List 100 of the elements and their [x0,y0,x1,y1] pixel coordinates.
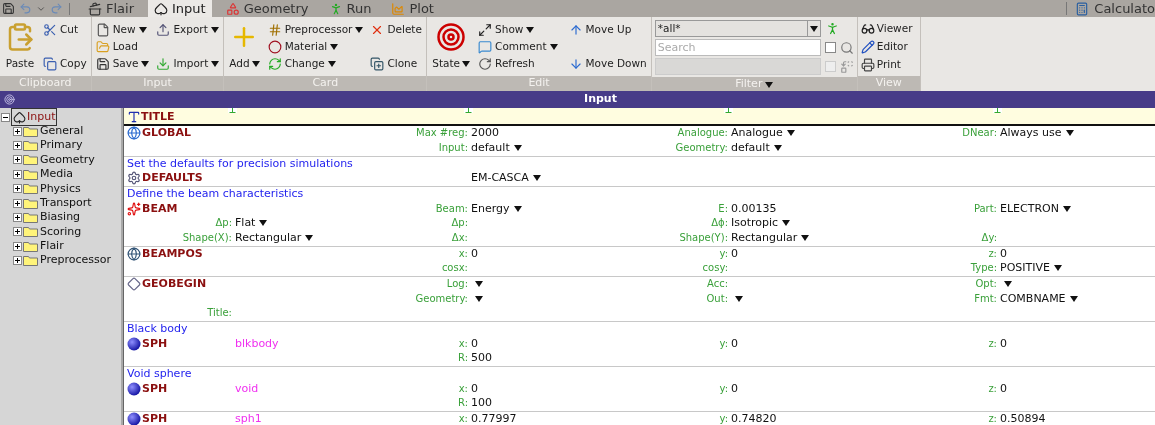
filter-dropdown[interactable]: *all* [654,20,821,37]
field-value[interactable]: 0 [1000,336,1007,351]
field-value[interactable]: Isotropic [731,216,779,231]
column-handle-icon[interactable] [724,108,733,113]
search-field[interactable]: Search [654,39,821,56]
field-value[interactable]: 0 [471,381,478,396]
checkbox[interactable] [824,42,836,53]
expand-icon[interactable] [13,198,22,208]
field-value[interactable]: 0 [731,336,738,351]
field-value[interactable]: Always use [1000,126,1062,141]
tab[interactable]: Geometry [219,0,315,17]
expand-icon[interactable] [13,184,22,194]
toolbar-button[interactable]: Material [266,39,365,55]
field-value[interactable]: 0.74820 [731,412,777,425]
card-name[interactable]: SPH [127,336,168,351]
field-value[interactable]: COMBNAME [1000,291,1066,306]
field-value[interactable]: 0.50894 [1000,412,1046,425]
expand-icon[interactable] [13,155,22,165]
toolbar-button[interactable]: State [430,20,473,74]
field-value[interactable]: 0.00135 [731,201,777,216]
toolbar-button[interactable]: Cut [42,22,88,38]
card-name[interactable]: BEAM [127,201,178,216]
field-value[interactable]: 0 [731,381,738,396]
card-name[interactable]: BEAMPOS [127,246,203,261]
search-icon[interactable] [839,40,854,55]
scissors-icon [43,22,57,37]
field-value[interactable]: Flat [235,216,256,231]
field-value[interactable]: default [731,140,770,155]
field-value[interactable]: 0 [471,246,478,261]
expand-icon[interactable] [13,256,22,266]
tree-item[interactable]: Primary [40,137,83,154]
toolbar-button[interactable]: Refresh [477,56,559,72]
field-value[interactable]: 0 [1000,246,1007,261]
toolbar-button[interactable]: Viewer [860,21,913,37]
field-value[interactable]: 100 [471,396,492,411]
column-handle-icon[interactable] [228,108,237,113]
collapse-icon[interactable] [1,112,10,122]
expand-icon[interactable] [13,126,22,136]
toolbar-button[interactable]: Move Down [567,56,648,72]
field-value[interactable]: Rectangular [731,230,798,245]
field-value[interactable]: 0 [731,246,738,261]
tree-item[interactable]: Input [11,107,58,127]
save-icon[interactable] [2,2,15,15]
toolbar-button[interactable]: Clone [369,56,423,72]
expand-icon[interactable] [13,241,22,251]
toolbar-button[interactable]: Print [860,57,913,73]
toolbar-button[interactable]: Delete [369,22,423,38]
tree-item[interactable]: Biasing [40,209,81,226]
field-value[interactable]: 500 [471,351,492,366]
tab[interactable]: Plot [385,0,440,17]
tree-item[interactable]: Physics [40,180,81,197]
field-value[interactable]: ELECTRON [1000,201,1059,216]
column-handle-icon[interactable] [993,108,1002,113]
toolbar-button[interactable]: Export [155,22,221,38]
toolbar-button[interactable]: Comment [477,39,559,55]
tree-item[interactable]: Flair [40,238,64,255]
card-comment: Void sphere [127,367,192,382]
expand-icon[interactable] [13,213,22,223]
tree-item[interactable]: Scoring [40,223,82,241]
field-value[interactable]: Rectangular [235,230,302,245]
field-value[interactable]: 0.77997 [471,412,517,425]
card-name[interactable]: GEOBEGIN [127,277,207,292]
tree-item[interactable]: Preprocessor [40,252,111,269]
card-name[interactable]: GLOBAL [127,126,191,141]
toolbar-button[interactable]: Show [477,22,559,38]
tree-item[interactable]: Transport [40,194,92,212]
toolbar-button[interactable]: Load [94,39,151,55]
toolbar-button[interactable]: Preprocessor [266,22,365,38]
field-label: x: [458,413,468,424]
toolbar-button[interactable]: Import [155,56,221,72]
toolbar-button[interactable]: Move Up [567,22,648,38]
field-value[interactable]: 0 [471,336,478,351]
toolbar-button[interactable]: Copy [42,56,88,72]
tab[interactable]: Flair [82,0,140,17]
card-name[interactable]: DEFAULTS [127,171,203,186]
expand-icon[interactable] [13,169,22,179]
field-value[interactable]: Analogue [731,126,783,141]
field-value[interactable]: Energy [471,201,510,216]
tree-item[interactable]: Geometry [40,151,95,169]
column-handle-icon[interactable] [464,108,473,113]
toolbar-button[interactable]: Save [94,56,151,72]
field-value[interactable]: 2000 [471,126,499,141]
field-value[interactable]: EM-CASCA [471,171,529,186]
field-value[interactable]: POSITIVE [1000,261,1050,276]
field-value[interactable]: default [471,140,510,155]
toolbar-button[interactable]: Add [227,20,262,74]
expand-icon[interactable] [13,227,22,237]
toolbar-button[interactable]: Editor [860,39,913,55]
card-name[interactable]: SPH [127,412,168,425]
tab[interactable]: Run [322,0,378,17]
card-name[interactable]: SPH [127,381,168,396]
toolbar-button[interactable]: New [94,22,151,38]
toolbar-button[interactable]: Paste [3,20,37,74]
toolbar-button[interactable]: Change [266,56,365,72]
tree-item[interactable]: Media [40,166,74,183]
expand-icon[interactable] [13,141,22,151]
calculator-tab[interactable]: Calculato [1075,0,1155,17]
tab[interactable]: Input [148,0,212,17]
title-card[interactable]: TITLE [124,108,1155,126]
field-value[interactable]: 0 [1000,381,1007,396]
